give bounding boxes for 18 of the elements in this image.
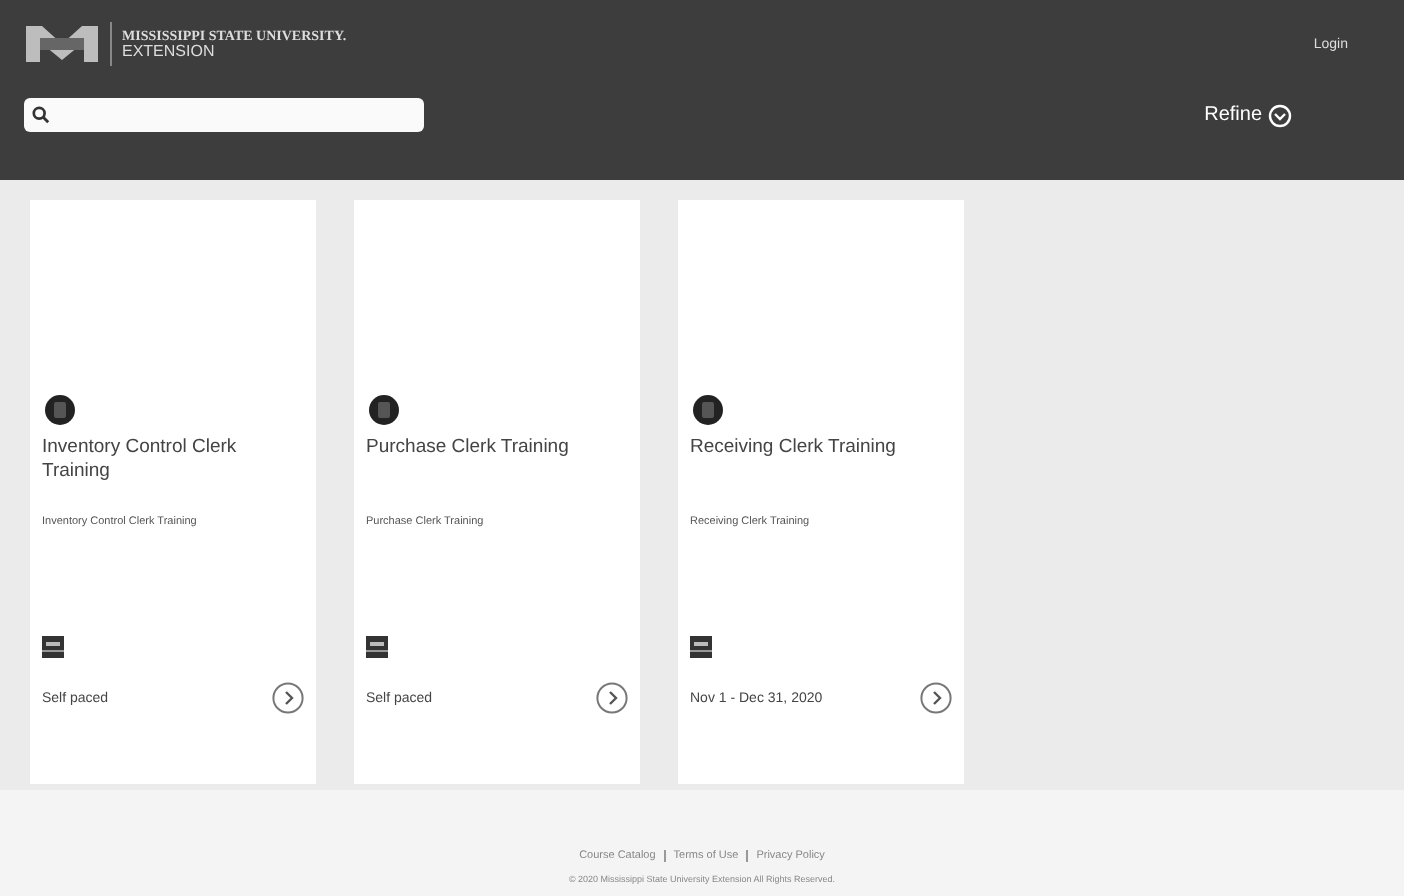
course-icon — [692, 394, 724, 426]
university-logo-icon — [24, 22, 100, 66]
refine-button[interactable]: Refine — [1204, 103, 1292, 127]
chevron-right-icon[interactable] — [920, 682, 952, 714]
chevron-right-icon[interactable] — [272, 682, 304, 714]
course-title: Inventory Control Clerk Training — [42, 436, 239, 486]
course-title: Receiving Clerk Training — [690, 436, 898, 462]
search-field[interactable] — [24, 98, 424, 132]
chevron-down-icon — [1268, 103, 1292, 127]
course-title: Purchase Clerk Training — [366, 436, 571, 462]
provider-logo-icon — [42, 636, 64, 658]
logo-subtitle: EXTENSION — [122, 44, 217, 60]
chevron-right-icon[interactable] — [596, 682, 628, 714]
search-icon — [32, 106, 50, 124]
provider-logo-icon — [690, 636, 712, 658]
course-icon — [44, 394, 76, 426]
provider-logo-icon — [366, 636, 388, 658]
course-icon — [368, 394, 400, 426]
